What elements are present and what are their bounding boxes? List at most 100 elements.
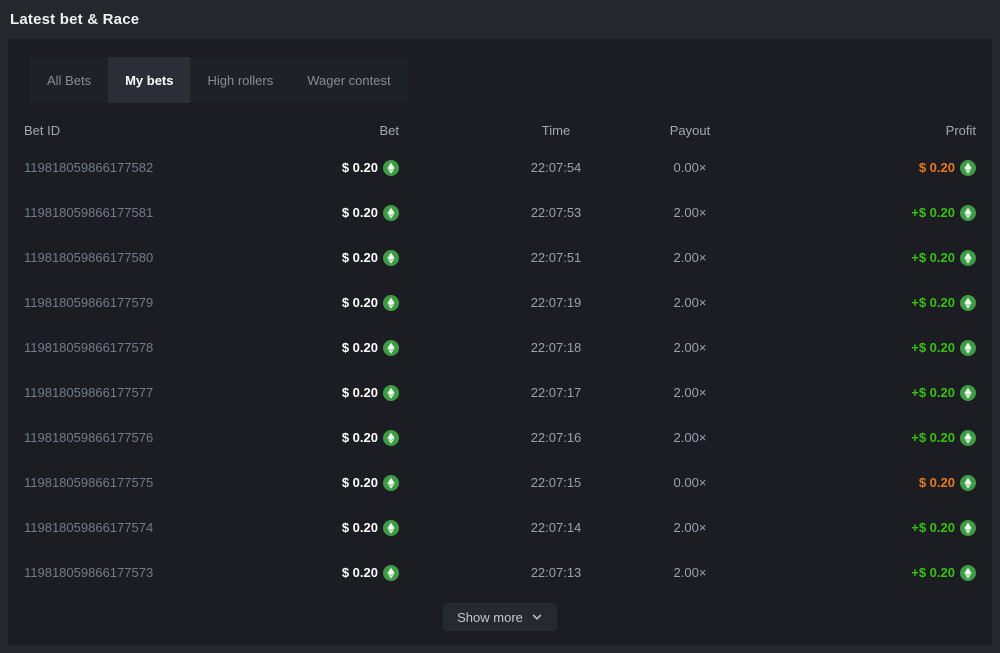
green-coin-icon xyxy=(960,295,976,311)
profit-value: $ 0.20 xyxy=(757,475,976,491)
bet-time: 22:07:18 xyxy=(489,340,623,355)
green-coin-icon xyxy=(383,565,399,581)
tab-my-bets[interactable]: My bets xyxy=(108,57,190,103)
table-row[interactable]: 119818059866177579 $ 0.20 22:07:19 2.00×… xyxy=(8,280,992,325)
bets-table: Bet ID Bet Time Payout Profit 1198180598… xyxy=(8,115,992,595)
bet-payout: 2.00× xyxy=(623,385,757,400)
green-coin-icon xyxy=(383,430,399,446)
green-coin-icon xyxy=(960,340,976,356)
bet-id: 119818059866177574 xyxy=(24,520,229,535)
green-coin-icon xyxy=(383,520,399,536)
bet-payout: 2.00× xyxy=(623,430,757,445)
bet-payout: 2.00× xyxy=(623,340,757,355)
page-title: Latest bet & Race xyxy=(10,11,139,28)
profit-amount: $ 0.20 xyxy=(919,475,955,490)
tab-all-bets[interactable]: All Bets xyxy=(30,57,108,103)
profit-amount: +$ 0.20 xyxy=(911,295,955,310)
table-row[interactable]: 119818059866177577 $ 0.20 22:07:17 2.00×… xyxy=(8,370,992,415)
bet-amount: $ 0.20 xyxy=(342,205,378,220)
profit-value: +$ 0.20 xyxy=(757,340,976,356)
bet-amount-cell: $ 0.20 xyxy=(229,250,399,266)
green-coin-icon xyxy=(383,205,399,221)
profit-amount: +$ 0.20 xyxy=(911,565,955,580)
bet-id: 119818059866177582 xyxy=(24,160,229,175)
table-row[interactable]: 119818059866177575 $ 0.20 22:07:15 0.00×… xyxy=(8,460,992,505)
bet-payout: 2.00× xyxy=(623,520,757,535)
profit-amount: +$ 0.20 xyxy=(911,520,955,535)
table-body: 119818059866177582 $ 0.20 22:07:54 0.00×… xyxy=(8,145,992,595)
profit-value: $ 0.20 xyxy=(757,160,976,176)
table-row[interactable]: 119818059866177576 $ 0.20 22:07:16 2.00×… xyxy=(8,415,992,460)
bet-amount-cell: $ 0.20 xyxy=(229,475,399,491)
green-coin-icon xyxy=(960,520,976,536)
green-coin-icon xyxy=(383,385,399,401)
column-header-profit: Profit xyxy=(757,123,976,138)
bet-id: 119818059866177579 xyxy=(24,295,229,310)
table-row[interactable]: 119818059866177581 $ 0.20 22:07:53 2.00×… xyxy=(8,190,992,235)
bet-amount: $ 0.20 xyxy=(342,250,378,265)
profit-amount: $ 0.20 xyxy=(919,160,955,175)
profit-amount: +$ 0.20 xyxy=(911,340,955,355)
bet-payout: 2.00× xyxy=(623,565,757,580)
bet-id: 119818059866177575 xyxy=(24,475,229,490)
bet-amount: $ 0.20 xyxy=(342,160,378,175)
column-header-payout: Payout xyxy=(623,123,757,138)
show-more-container: Show more xyxy=(8,603,992,631)
bet-payout: 2.00× xyxy=(623,295,757,310)
green-coin-icon xyxy=(383,295,399,311)
bet-id: 119818059866177581 xyxy=(24,205,229,220)
green-coin-icon xyxy=(960,565,976,581)
bet-payout: 2.00× xyxy=(623,250,757,265)
bet-time: 22:07:54 xyxy=(489,160,623,175)
table-header-row: Bet ID Bet Time Payout Profit xyxy=(8,115,992,145)
tab-wager-contest[interactable]: Wager contest xyxy=(290,57,407,103)
table-row[interactable]: 119818059866177578 $ 0.20 22:07:18 2.00×… xyxy=(8,325,992,370)
profit-value: +$ 0.20 xyxy=(757,205,976,221)
bet-amount: $ 0.20 xyxy=(342,295,378,310)
latest-bets-panel: All Bets My bets High rollers Wager cont… xyxy=(8,39,992,645)
bet-amount-cell: $ 0.20 xyxy=(229,520,399,536)
profit-value: +$ 0.20 xyxy=(757,250,976,266)
profit-value: +$ 0.20 xyxy=(757,385,976,401)
bet-amount-cell: $ 0.20 xyxy=(229,160,399,176)
green-coin-icon xyxy=(960,475,976,491)
table-row[interactable]: 119818059866177574 $ 0.20 22:07:14 2.00×… xyxy=(8,505,992,550)
bet-payout: 2.00× xyxy=(623,205,757,220)
bet-time: 22:07:53 xyxy=(489,205,623,220)
green-coin-icon xyxy=(960,430,976,446)
table-row[interactable]: 119818059866177580 $ 0.20 22:07:51 2.00×… xyxy=(8,235,992,280)
show-more-button[interactable]: Show more xyxy=(443,603,557,631)
bet-time: 22:07:16 xyxy=(489,430,623,445)
green-coin-icon xyxy=(383,160,399,176)
show-more-label: Show more xyxy=(457,610,523,625)
green-coin-icon xyxy=(960,385,976,401)
profit-amount: +$ 0.20 xyxy=(911,205,955,220)
bet-id: 119818059866177580 xyxy=(24,250,229,265)
bet-amount: $ 0.20 xyxy=(342,475,378,490)
bet-payout: 0.00× xyxy=(623,475,757,490)
bet-amount: $ 0.20 xyxy=(342,340,378,355)
column-header-bet-id: Bet ID xyxy=(24,123,229,138)
bet-time: 22:07:17 xyxy=(489,385,623,400)
bet-amount-cell: $ 0.20 xyxy=(229,205,399,221)
bet-id: 119818059866177577 xyxy=(24,385,229,400)
top-bar: Latest bet & Race xyxy=(0,0,1000,39)
bet-amount-cell: $ 0.20 xyxy=(229,295,399,311)
green-coin-icon xyxy=(960,250,976,266)
bet-amount: $ 0.20 xyxy=(342,520,378,535)
bet-amount-cell: $ 0.20 xyxy=(229,430,399,446)
bet-time: 22:07:15 xyxy=(489,475,623,490)
bet-time: 22:07:51 xyxy=(489,250,623,265)
profit-value: +$ 0.20 xyxy=(757,295,976,311)
bet-time: 22:07:19 xyxy=(489,295,623,310)
column-header-time: Time xyxy=(489,123,623,138)
profit-value: +$ 0.20 xyxy=(757,430,976,446)
profit-amount: +$ 0.20 xyxy=(911,385,955,400)
tab-high-rollers[interactable]: High rollers xyxy=(190,57,290,103)
table-row[interactable]: 119818059866177573 $ 0.20 22:07:13 2.00×… xyxy=(8,550,992,595)
profit-amount: +$ 0.20 xyxy=(911,430,955,445)
table-row[interactable]: 119818059866177582 $ 0.20 22:07:54 0.00×… xyxy=(8,145,992,190)
column-header-bet: Bet xyxy=(229,123,399,138)
bet-payout: 0.00× xyxy=(623,160,757,175)
bet-id: 119818059866177578 xyxy=(24,340,229,355)
